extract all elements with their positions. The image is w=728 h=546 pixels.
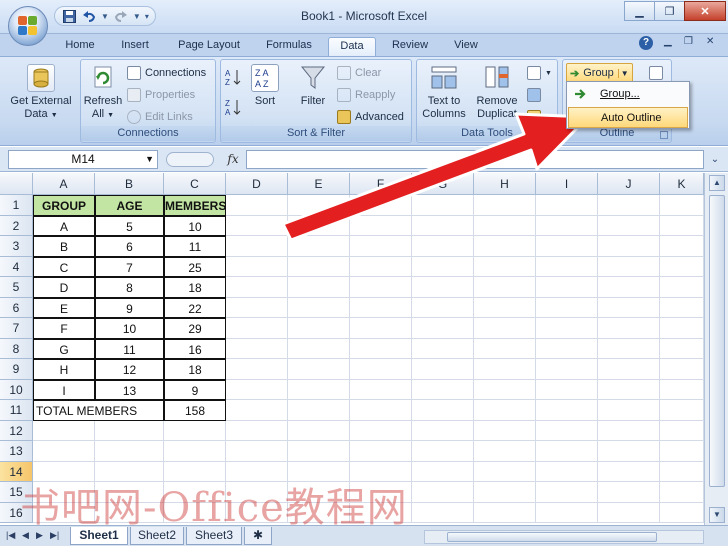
menu-item-group-label: Group... xyxy=(600,88,640,100)
watermark: 书吧网-Office教程网 xyxy=(20,485,408,531)
group-arrow-icon xyxy=(575,89,586,99)
menu-item-group[interactable]: Group... xyxy=(568,84,688,105)
group-dropdown-menu: Group... Auto Outline xyxy=(566,81,690,129)
menu-item-auto-outline-label: Auto Outline xyxy=(601,112,662,124)
menu-item-auto-outline[interactable]: Auto Outline xyxy=(568,107,688,128)
